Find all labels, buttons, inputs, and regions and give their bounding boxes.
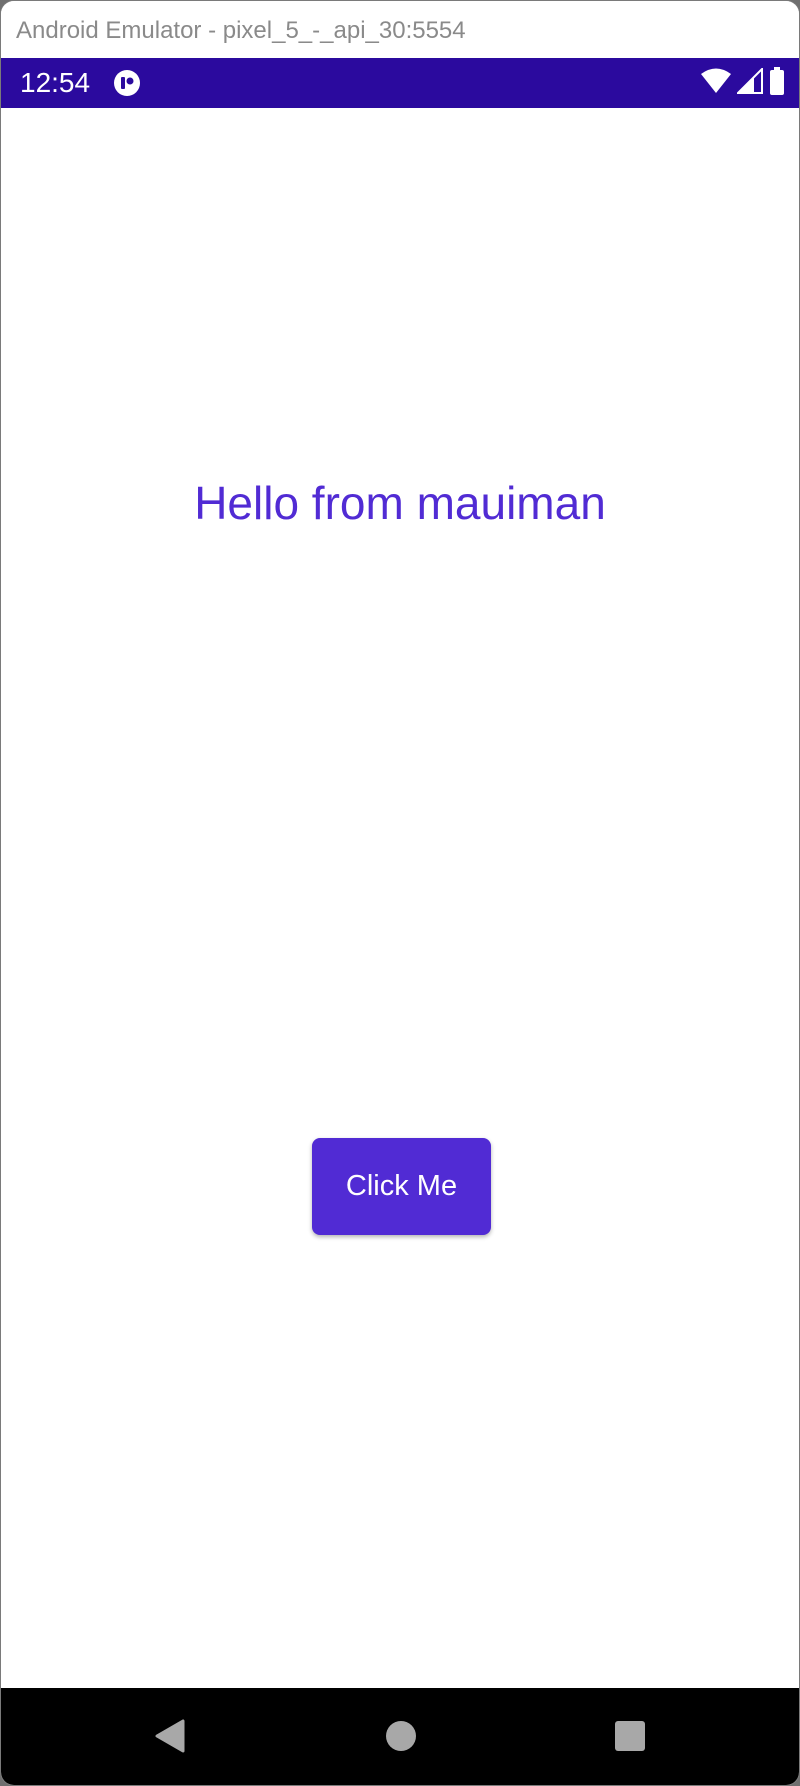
home-icon[interactable] <box>381 1716 421 1756</box>
status-time: 12:54 <box>20 67 91 98</box>
battery-icon <box>769 66 785 100</box>
status-icons <box>701 66 785 100</box>
app-screen: Hello from mauiman <box>1 108 799 1688</box>
window-titlebar: Android Emulator - pixel_5_-_api_30:5554 <box>1 1 799 58</box>
window-title: Android Emulator - pixel_5_-_api_30:5554 <box>16 17 466 44</box>
emulator-window: Android Emulator - pixel_5_-_api_30:5554… <box>0 0 800 1786</box>
status-bar: 12:54 <box>1 58 799 108</box>
back-icon[interactable] <box>150 1716 190 1756</box>
wifi-icon <box>701 68 731 99</box>
cellular-signal-icon <box>735 66 763 99</box>
app-notification-icon <box>113 69 141 97</box>
recents-icon[interactable] <box>610 1716 650 1756</box>
navigation-bar <box>1 1688 799 1785</box>
click-me-button[interactable]: Click Me <box>312 1138 491 1235</box>
greeting-label: Hello from mauiman <box>194 477 606 529</box>
